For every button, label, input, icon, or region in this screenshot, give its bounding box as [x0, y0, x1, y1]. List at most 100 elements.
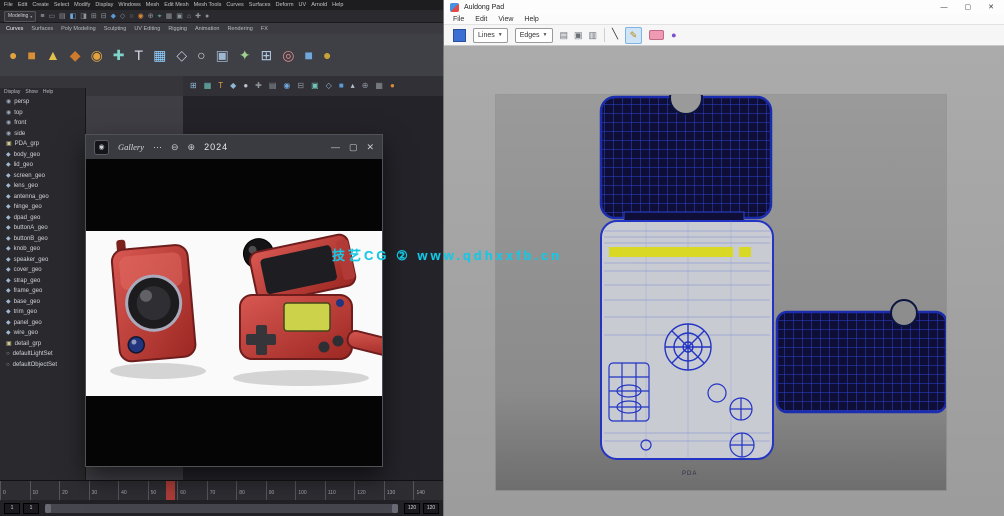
shelf-tool-icon[interactable]: ● [9, 48, 17, 62]
uv-tool-icon[interactable]: ▦ [375, 82, 383, 90]
shelf-tab[interactable]: Rigging [168, 26, 187, 32]
status-tool-icon[interactable]: ▣ [176, 13, 183, 20]
maya-menu-item[interactable]: File [4, 2, 13, 8]
mode-selector[interactable]: Modeling ▾ [4, 11, 36, 22]
shelf-tool-icon[interactable]: ◇ [176, 48, 187, 62]
shelf-tool-icon[interactable]: ▲ [46, 48, 60, 62]
range-max-field[interactable]: 120 [404, 503, 420, 514]
range-end-field[interactable]: 120 [423, 503, 439, 514]
outliner-row[interactable]: ◆ dpad_geo [0, 213, 85, 224]
paint-menu-item[interactable]: File [453, 16, 464, 23]
uv-tool-icon[interactable]: ◉ [283, 82, 290, 90]
shelf-tab[interactable]: Sculpting [104, 26, 127, 32]
outliner-row[interactable]: ◆ strap_geo [0, 276, 85, 287]
outliner-row[interactable]: ◆ trim_geo [0, 307, 85, 318]
maya-menu-item[interactable]: Select [54, 2, 69, 8]
shelf-tool-icon[interactable]: ▣ [216, 48, 229, 62]
shelf-tool-icon[interactable]: ◎ [282, 48, 294, 62]
shelf-tab[interactable]: Animation [195, 26, 219, 32]
shelf-tool-icon[interactable]: ■ [305, 48, 313, 62]
shelf-tab[interactable]: UV Editing [134, 26, 160, 32]
paint-menu-item[interactable]: Edit [475, 16, 487, 23]
outliner-menu-item[interactable]: Show [25, 89, 38, 95]
zoom-out-icon[interactable]: ⊖ [171, 143, 179, 152]
outliner-row[interactable]: ◆ buttonB_geo [0, 234, 85, 245]
maya-menu-item[interactable]: Surfaces [249, 2, 271, 8]
outliner-row[interactable]: ○ defaultLightSet [0, 349, 85, 360]
status-tool-icon[interactable]: ⌖ [158, 13, 162, 20]
status-tool-icon[interactable]: ◇ [120, 13, 125, 20]
uv-tool-icon[interactable]: ● [390, 82, 395, 90]
status-tool-icon[interactable]: ⊕ [148, 13, 154, 20]
outliner-row[interactable]: ◆ panel_geo [0, 318, 85, 329]
status-tool-icon[interactable]: ⌂ [187, 13, 191, 20]
playhead[interactable] [166, 481, 175, 500]
shelf-tool-icon[interactable]: ◆ [70, 48, 81, 62]
maya-menu-item[interactable]: Edit [18, 2, 27, 8]
status-tool-icon[interactable]: ⊞ [91, 13, 97, 20]
uv-tool-icon[interactable]: ✚ [255, 82, 262, 90]
status-tool-icon[interactable]: ✚ [195, 13, 201, 20]
shelf-tool-icon[interactable]: ▦ [153, 48, 166, 62]
uv-tool-icon[interactable]: T [218, 82, 223, 90]
maya-menu-item[interactable]: Windows [118, 2, 140, 8]
more-icon[interactable]: ⋯ [153, 143, 162, 152]
outliner-row[interactable]: ◉ persp [0, 97, 85, 108]
shelf-tab[interactable]: Poly Modeling [61, 26, 96, 32]
shelf-tool-icon[interactable]: T [135, 48, 144, 62]
outliner-row[interactable]: ◆ base_geo [0, 297, 85, 308]
uv-snapshot-image[interactable]: PDA [496, 95, 946, 490]
range-track[interactable] [45, 504, 398, 513]
marker-tool-icon[interactable]: ● [671, 31, 676, 40]
maya-menu-item[interactable]: Edit Mesh [164, 2, 188, 8]
outliner-row[interactable]: ◆ lens_geo [0, 181, 85, 192]
minimize-icon[interactable]: — [941, 4, 948, 11]
close-icon[interactable]: ✕ [366, 143, 374, 152]
status-tool-icon[interactable]: ● [205, 13, 209, 20]
maya-menu-item[interactable]: Create [32, 2, 49, 8]
status-tool-icon[interactable]: ▤ [59, 13, 66, 20]
outliner-row[interactable]: ◆ cover_geo [0, 265, 85, 276]
uv-tool-icon[interactable]: ▴ [351, 82, 355, 90]
paint-canvas[interactable]: PDA [444, 46, 1004, 516]
uv-tool-icon[interactable]: ■ [339, 82, 344, 90]
range-start-field[interactable]: 1 [4, 503, 20, 514]
maya-menu-item[interactable]: Arnold [311, 2, 327, 8]
outliner-row[interactable]: ▣ detail_grp [0, 339, 85, 350]
outliner-row[interactable]: ◆ lid_geo [0, 160, 85, 171]
maya-menu-item[interactable]: Deform [276, 2, 294, 8]
outliner-row[interactable]: ▣ PDA_grp [0, 139, 85, 150]
uv-tool-icon[interactable]: ▦ [204, 82, 212, 90]
shelf-tool-icon[interactable]: ○ [197, 48, 205, 62]
time-slider[interactable]: 0 10 20 30 40 50 60 70 80 90 [0, 480, 443, 500]
shelf-tool-icon[interactable]: ⊞ [261, 48, 273, 62]
maya-menu-item[interactable]: UV [299, 2, 307, 8]
maximize-icon[interactable]: ▢ [965, 4, 972, 11]
outliner-menu-item[interactable]: Display [4, 89, 20, 95]
minimize-icon[interactable]: — [331, 143, 340, 152]
maya-menu-item[interactable]: Display [95, 2, 113, 8]
status-tool-icon[interactable]: ○ [129, 13, 133, 20]
range-min-field[interactable]: 1 [23, 503, 39, 514]
timeline-ruler[interactable]: 0 10 20 30 40 50 60 70 80 90 [0, 481, 443, 500]
outliner-row[interactable]: ◆ wire_geo [0, 328, 85, 339]
shelf-tool-icon[interactable]: ✦ [239, 48, 251, 62]
range-handle-right[interactable] [392, 504, 398, 513]
document-tool-icon[interactable]: ▤ [560, 31, 569, 40]
status-tool-icon[interactable]: ▦ [166, 13, 173, 20]
shelf-tool-icon[interactable]: ■ [27, 48, 35, 62]
outliner-row[interactable]: ◆ knob_geo [0, 244, 85, 255]
uv-tool-icon[interactable]: ◆ [230, 82, 236, 90]
document-tool-icon[interactable]: ▣ [574, 31, 583, 40]
shelf-tool-icon[interactable]: ✚ [113, 48, 125, 62]
shelf-tab[interactable]: Curves [6, 26, 23, 32]
uv-tool-icon[interactable]: ▤ [269, 82, 277, 90]
uv-tool-icon[interactable]: ▣ [311, 82, 319, 90]
paint-menu-item[interactable]: View [498, 16, 513, 23]
tool-dropdown-1[interactable]: Lines ▼ [473, 28, 508, 43]
uv-tool-icon[interactable]: ◇ [326, 82, 332, 90]
outliner-row[interactable]: ◆ screen_geo [0, 171, 85, 182]
status-tool-icon[interactable]: ◨ [80, 13, 87, 20]
paint-menu-item[interactable]: Help [524, 16, 538, 23]
uv-tool-icon[interactable]: ● [243, 82, 248, 90]
